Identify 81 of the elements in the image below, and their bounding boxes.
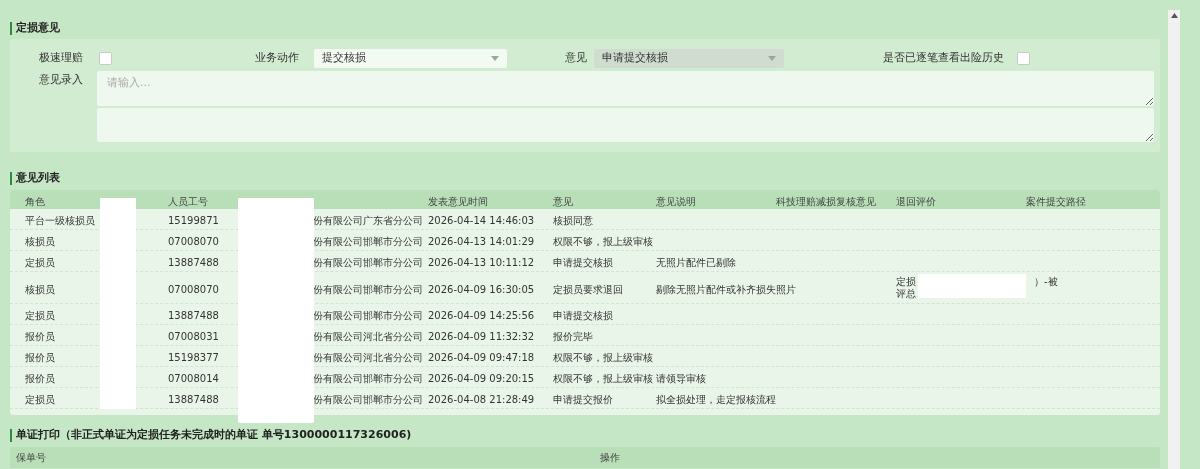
table-cell: 07008070 xyxy=(168,283,219,295)
caret-icon xyxy=(768,56,776,61)
table-cell: 07008014 xyxy=(168,373,219,384)
section-marker xyxy=(10,21,12,35)
table-cell: 定损员 xyxy=(25,310,55,321)
column-header: 角色 xyxy=(25,195,45,207)
table-cell: 13887488 xyxy=(168,257,219,268)
field-label: 极速理赔 xyxy=(38,50,83,67)
scroll-up-icon[interactable] xyxy=(1170,13,1178,18)
table-cell: 权限不够，报上级审核 xyxy=(553,373,653,384)
table-cell: 份有限公司河北省分公司 xyxy=(313,331,423,342)
table-cell: ）-被 xyxy=(1034,275,1058,288)
table-cell: 2026-04-13 14:01:29 xyxy=(428,236,535,247)
table-cell: 申请提交核损 xyxy=(553,310,613,321)
column-header: 发表意见时间 xyxy=(428,195,488,207)
column-header: 科技理赔减损复核意见 xyxy=(776,195,876,207)
table-cell: 定损员要求退回 xyxy=(553,283,623,295)
column-header: 退回评价 xyxy=(896,195,936,207)
table-cell: 2026-04-14 14:46:03 xyxy=(428,215,535,226)
checkbox[interactable] xyxy=(1017,52,1030,65)
table-cell: 拟全损处理，走定报核流程 xyxy=(656,394,776,405)
table-cell: 2026-04-09 16:30:05 xyxy=(428,283,535,295)
table-cell: 评总 xyxy=(896,287,916,300)
table-cell: 权限不够，报上级审核 xyxy=(553,236,653,247)
table-cell: 剔除无照片配件或补齐损失照片 xyxy=(656,283,796,295)
table-cell: 无照片配件已剔除 xyxy=(656,257,736,268)
column-header: 意见 xyxy=(553,195,573,207)
table-cell: 份有限公司邯郸市分公司 xyxy=(313,257,423,268)
section-title: 定损意见 xyxy=(16,19,60,36)
table-cell: 请领导审核 xyxy=(656,373,706,384)
table-cell: 2026-04-09 14:25:56 xyxy=(428,310,535,321)
table-cell: 13887488 xyxy=(168,310,219,321)
table-cell: 07008070 xyxy=(168,236,219,247)
table-cell: 份有限公司邯郸市分公司 xyxy=(313,373,423,384)
opinion-textarea[interactable] xyxy=(97,108,1154,142)
table-cell: 平台一级核损员 xyxy=(25,215,95,226)
table-cell: 核损员 xyxy=(25,283,55,295)
column-header: 操作 xyxy=(600,451,620,465)
checkbox[interactable] xyxy=(99,52,112,65)
table-cell: 15199871 xyxy=(168,215,219,226)
table-cell: 份有限公司邯郸市分公司 xyxy=(313,236,423,247)
table-cell: 份有限公司邯郸市分公司 xyxy=(313,394,423,405)
table-cell: 份有限公司河北省分公司 xyxy=(313,352,423,363)
table-cell: 份有限公司邯郸市分公司 xyxy=(313,283,423,295)
section-title: 单证打印（非正式单证为定损任务未完成时的单证 单号1300000117326006) xyxy=(16,426,412,443)
opinion-textarea[interactable]: 请输入... xyxy=(97,71,1154,106)
field-label: 是否已逐笔查看出险历史 xyxy=(882,50,1004,67)
table-cell: 核损同意 xyxy=(553,215,593,226)
table-cell: 15198377 xyxy=(168,352,219,363)
column-header: 案件提交路径 xyxy=(1026,195,1086,207)
table-cell: 2026-04-13 10:11:12 xyxy=(428,257,535,268)
caret-icon xyxy=(491,56,499,61)
section-marker xyxy=(10,171,12,185)
table-cell: 2026-04-08 21:28:49 xyxy=(428,394,535,405)
table-cell: 定损员 xyxy=(25,394,55,405)
field-label: 意见 xyxy=(564,50,587,67)
table-cell: 07008031 xyxy=(168,331,219,342)
field-label: 业务动作 xyxy=(254,50,299,67)
table-cell: 报价员 xyxy=(25,373,55,384)
table-cell: 份有限公司广东省分公司 xyxy=(313,215,423,226)
field-label: 意见录入 xyxy=(38,72,83,88)
table-cell: 2026-04-09 09:47:18 xyxy=(428,352,535,363)
table-cell: 定损 xyxy=(896,275,916,288)
table-cell: 13887488 xyxy=(168,394,219,405)
table-cell: 核损员 xyxy=(25,236,55,247)
table-cell: 份有限公司邯郸市分公司 xyxy=(313,310,423,321)
table-cell: 申请提交核损 xyxy=(553,257,613,268)
section-marker xyxy=(10,428,12,442)
table-cell: 报价员 xyxy=(25,331,55,342)
column-header: 人员工号 xyxy=(168,195,208,207)
table-cell: 报价完毕 xyxy=(553,331,593,342)
table-cell: 申请提交报价 xyxy=(553,394,613,405)
column-header: 保单号 xyxy=(16,451,47,465)
table-cell: 2026-04-09 09:20:15 xyxy=(428,373,535,384)
dropdown[interactable]: 提交核损 xyxy=(314,49,507,68)
table-cell: 权限不够，报上级审核 xyxy=(553,352,653,363)
table-cell: 报价员 xyxy=(25,352,55,363)
column-header: 意见说明 xyxy=(656,195,696,207)
table-cell: 定损员 xyxy=(25,257,55,268)
table-cell: 2026-04-09 11:32:32 xyxy=(428,331,535,342)
section-title: 意见列表 xyxy=(16,169,60,186)
